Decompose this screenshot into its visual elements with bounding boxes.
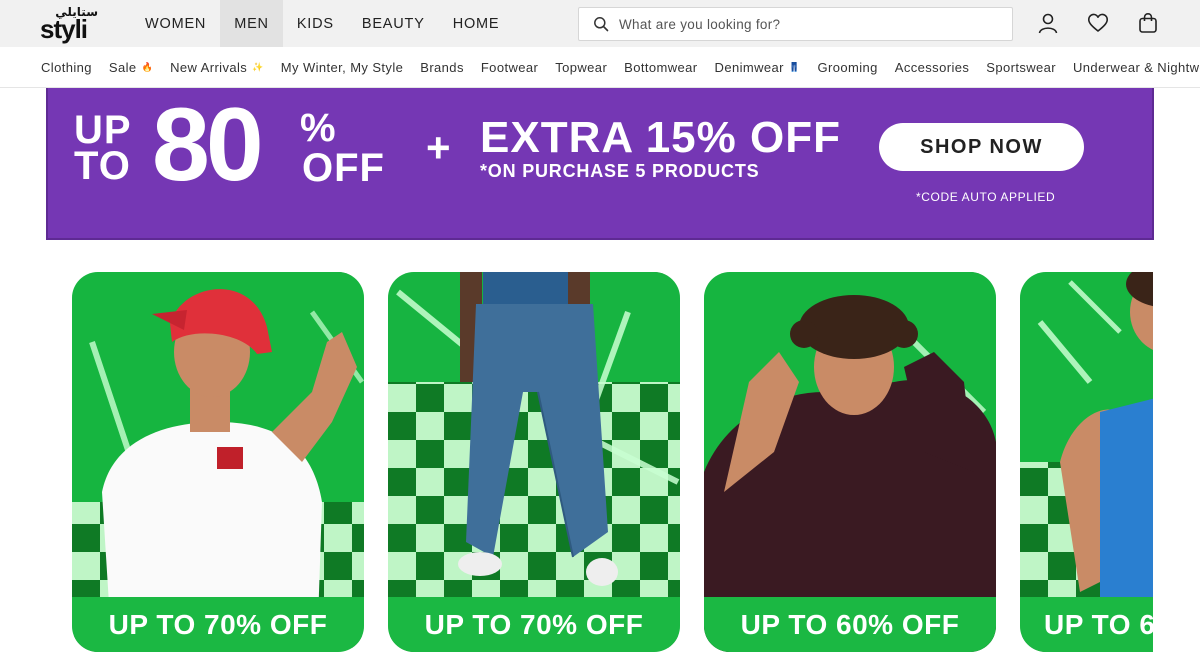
account-icon[interactable] [1037,12,1059,34]
category-label: Underwear & Nightwe [1073,60,1200,75]
search-icon [594,17,609,32]
category-sale[interactable]: Sale 🔥 [108,47,154,87]
search-input[interactable] [619,8,999,40]
category-accessories[interactable]: Accessories [894,47,970,87]
category-bottomwear[interactable]: Bottomwear [624,47,698,87]
category-my-winter-my-style[interactable]: My Winter, My Style [280,47,404,87]
offer-label: UP TO 60% OFF [704,597,996,652]
offer-card[interactable]: UP TO 60% OFF [704,272,996,652]
styli-logo[interactable]: ستايلي styli [40,5,100,44]
category-underwear-nightwear[interactable]: Underwear & Nightwe [1073,47,1200,87]
category-label: Grooming [817,60,878,75]
category-label: New Arrivals [170,60,248,75]
nav-beauty[interactable]: BEAUTY [348,0,439,47]
shop-now-button[interactable]: SHOP NOW [879,123,1084,171]
search-box[interactable] [578,7,1013,41]
top-header: ستايلي styli WOMEN MEN KIDS BEAUTY HOME [0,0,1200,47]
category-bar: Clothing Sale 🔥 New Arrivals ✨ My Winter, … [0,47,1200,88]
category-label: Clothing [41,60,92,75]
category-label: My Winter, My Style [280,60,404,75]
offer-card[interactable]: UP TO 6 [1020,272,1153,652]
banner-plus: + [426,124,451,171]
promo-banner[interactable]: UP TO 80 % OFF + EXTRA 15% OFF *ON PURCH… [46,88,1154,240]
category-label: Accessories [894,60,970,75]
offer-label: UP TO 6 [1020,597,1153,652]
nav-women[interactable]: WOMEN [131,0,220,47]
product-image [1020,272,1153,602]
product-image [704,272,996,652]
fire-icon: 🔥 [141,62,154,72]
category-label: Topwear [555,60,608,75]
category-clothing[interactable]: Clothing [41,47,92,87]
sparkle-icon: ✨ [252,62,264,72]
main-nav: WOMEN MEN KIDS BEAUTY HOME [131,0,513,47]
logo-text: styli [40,14,88,44]
product-image [72,272,364,652]
category-new-arrivals[interactable]: New Arrivals ✨ [170,47,264,87]
category-label: Brands [420,60,464,75]
offer-card[interactable]: UP TO 70% OFF [72,272,364,652]
category-grooming[interactable]: Grooming [817,47,878,87]
nav-kids[interactable]: KIDS [283,0,348,47]
wishlist-heart-icon[interactable] [1087,12,1109,34]
banner-extra-offer: EXTRA 15% OFF [480,113,841,162]
category-denimwear[interactable]: Denimwear 👖 [714,47,801,87]
banner-up-to-text: UP TO [74,108,132,188]
category-brands[interactable]: Brands [420,47,464,87]
category-list: Clothing Sale 🔥 New Arrivals ✨ My Winter, … [41,47,1200,87]
banner-purchase-note: *ON PURCHASE 5 PRODUCTS [480,161,760,181]
category-label: Sale [108,60,137,75]
shopping-bag-icon[interactable] [1137,12,1159,34]
category-footwear[interactable]: Footwear [480,47,539,87]
banner-code-note: *CODE AUTO APPLIED [916,190,1056,204]
offer-cards-carousel: UP TO 70% OFF UP TO 70% OFF UP TO 60% OF… [0,272,1153,655]
offer-label: UP TO 70% OFF [388,597,680,652]
nav-men[interactable]: MEN [220,0,283,47]
category-label: Denimwear [714,60,784,75]
banner-off-text: OFF [302,146,385,190]
offer-label: UP TO 70% OFF [72,597,364,652]
category-label: Footwear [480,60,539,75]
category-label: Sportswear [986,60,1057,75]
banner-percent-value: 80 [152,87,264,203]
category-label: Bottomwear [624,60,698,75]
category-topwear[interactable]: Topwear [555,47,608,87]
product-image [388,272,680,586]
category-sportswear[interactable]: Sportswear [986,47,1057,87]
banner-percent-sign: % [300,106,336,150]
nav-home[interactable]: HOME [439,0,514,47]
offer-card[interactable]: UP TO 70% OFF [388,272,680,652]
jeans-icon: 👖 [788,62,801,72]
